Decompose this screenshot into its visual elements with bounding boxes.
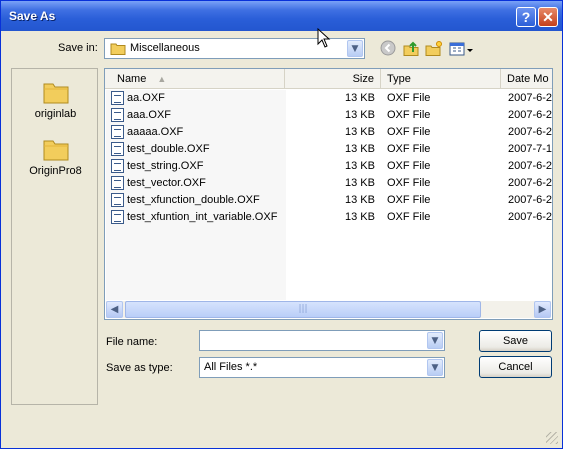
document-icon: [111, 142, 124, 156]
document-icon: [111, 176, 124, 190]
title-bar[interactable]: Save As ? ✕: [1, 1, 562, 31]
save-in-value: Miscellaneous: [130, 42, 200, 54]
file-size: 13 KB: [345, 211, 375, 223]
place-originlab[interactable]: originlab: [12, 79, 99, 120]
file-type: OXF File: [387, 126, 431, 138]
file-type: OXF File: [387, 92, 431, 104]
new-folder-icon[interactable]: [425, 40, 443, 58]
column-header-type[interactable]: Type: [381, 69, 501, 89]
cancel-button[interactable]: Cancel: [479, 356, 552, 378]
horizontal-scrollbar[interactable]: ◀ ||| ▶: [106, 301, 551, 318]
file-row[interactable]: test_string.OXF 13 KB OXF File 2007-6-2: [105, 158, 552, 175]
file-type: OXF File: [387, 160, 431, 172]
file-size: 13 KB: [345, 92, 375, 104]
folder-icon: [42, 140, 70, 165]
sort-ascending-icon: ▲: [157, 74, 167, 84]
file-date: 2007-6-2: [508, 160, 553, 172]
scroll-left-icon[interactable]: ◀: [106, 301, 123, 318]
file-size: 13 KB: [345, 143, 375, 155]
file-date: 2007-6-2: [508, 194, 553, 206]
file-date: 2007-6-2: [508, 211, 553, 223]
place-label: OriginPro8: [29, 165, 82, 177]
file-size: 13 KB: [345, 126, 375, 138]
place-label: originlab: [34, 108, 77, 120]
document-icon: [111, 210, 124, 224]
file-date: 2007-6-2: [508, 92, 553, 104]
file-type: OXF File: [387, 194, 431, 206]
mouse-cursor-icon: [317, 27, 331, 51]
file-row[interactable]: test_double.OXF 13 KB OXF File 2007-7-1: [105, 141, 552, 158]
document-icon: [111, 193, 124, 207]
file-name: test_xfuntion_int_variable.OXF: [127, 211, 278, 223]
document-icon: [111, 159, 124, 173]
resize-grip-icon[interactable]: [546, 432, 558, 444]
save-as-type-dropdown[interactable]: All Files *.* ▼: [199, 357, 445, 378]
scroll-right-icon[interactable]: ▶: [534, 301, 551, 318]
chevron-down-icon[interactable]: ▼: [427, 332, 443, 349]
file-row[interactable]: test_xfunction_double.OXF 13 KB OXF File…: [105, 192, 552, 209]
file-name: test_vector.OXF: [127, 177, 206, 189]
file-size: 13 KB: [345, 177, 375, 189]
file-size: 13 KB: [345, 109, 375, 121]
file-type: OXF File: [387, 143, 431, 155]
folder-icon: [42, 83, 70, 108]
document-icon: [111, 125, 124, 139]
file-list[interactable]: Name ▲ Size Type Date Mo aa.OXF 13 KB OX…: [104, 68, 553, 320]
file-name: test_double.OXF: [127, 143, 210, 155]
column-name-label: Name: [117, 73, 147, 85]
file-name: test_xfunction_double.OXF: [127, 194, 260, 206]
file-date: 2007-6-2: [508, 109, 553, 121]
scroll-thumb[interactable]: |||: [125, 301, 481, 318]
file-type: OXF File: [387, 211, 431, 223]
folder-icon: [110, 42, 126, 58]
place-originpro8[interactable]: OriginPro8: [12, 136, 99, 177]
file-date: 2007-6-2: [508, 177, 553, 189]
column-header-size[interactable]: Size: [285, 69, 381, 89]
file-name-label: File name:: [106, 336, 158, 348]
file-date: 2007-6-2: [508, 126, 553, 138]
file-name: aaa.OXF: [127, 109, 172, 121]
save-as-type-label: Save as type:: [106, 362, 173, 374]
chevron-down-icon[interactable]: ▼: [427, 359, 443, 376]
file-size: 13 KB: [345, 160, 375, 172]
file-row[interactable]: test_vector.OXF 13 KB OXF File 2007-6-2: [105, 175, 552, 192]
file-type: OXF File: [387, 109, 431, 121]
save-as-type-value: All Files *.*: [204, 361, 258, 373]
save-in-label: Save in:: [58, 42, 98, 54]
file-name: test_string.OXF: [127, 160, 204, 172]
file-name: aaaaa.OXF: [127, 126, 184, 138]
file-type: OXF File: [387, 177, 431, 189]
document-icon: [111, 108, 124, 122]
places-bar: originlab OriginPro8: [11, 68, 98, 405]
help-button[interactable]: ?: [516, 7, 536, 27]
column-header-name[interactable]: Name ▲: [105, 69, 285, 89]
document-icon: [111, 91, 124, 105]
save-button[interactable]: Save: [479, 330, 552, 352]
save-as-dialog: Save As ? ✕ Save in: Miscellaneous ▼ ori…: [0, 0, 563, 449]
file-size: 13 KB: [345, 194, 375, 206]
file-row[interactable]: aa.OXF 13 KB OXF File 2007-6-2: [105, 90, 552, 107]
chevron-down-icon[interactable]: ▼: [347, 40, 363, 57]
views-menu-icon[interactable]: [449, 40, 475, 58]
file-name-input[interactable]: ▼: [199, 330, 445, 351]
column-header-date[interactable]: Date Mo: [501, 69, 552, 89]
up-folder-icon[interactable]: [402, 40, 420, 58]
file-row[interactable]: aaa.OXF 13 KB OXF File 2007-6-2: [105, 107, 552, 124]
dialog-title: Save As: [9, 9, 56, 23]
file-name: aa.OXF: [127, 92, 165, 104]
back-icon[interactable]: [379, 40, 397, 58]
close-button[interactable]: ✕: [538, 7, 558, 27]
file-row[interactable]: aaaaa.OXF 13 KB OXF File 2007-6-2: [105, 124, 552, 141]
file-row[interactable]: test_xfuntion_int_variable.OXF 13 KB OXF…: [105, 209, 552, 226]
file-date: 2007-7-1: [508, 143, 553, 155]
